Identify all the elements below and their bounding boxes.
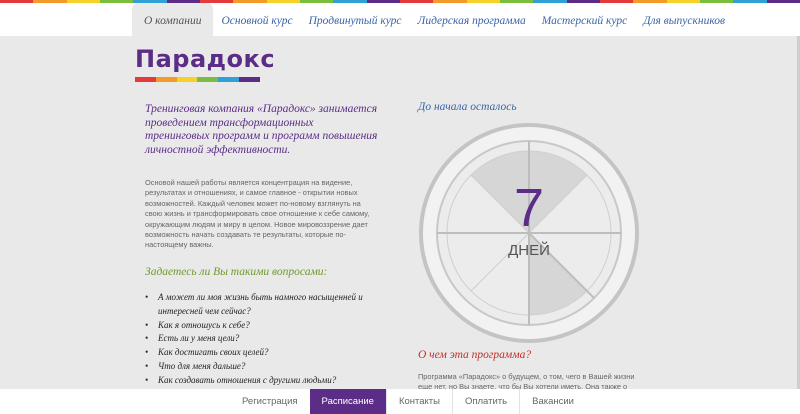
about-program-heading: О чем эта программа?: [418, 349, 532, 361]
intro-heading: Тренинговая компания «Парадокс» занимает…: [145, 103, 378, 156]
countdown-title: До начала осталось: [418, 101, 517, 113]
countdown-days-label: ДНЕЙ: [508, 242, 550, 259]
list-item: Как я отношусь к себе?: [145, 319, 377, 333]
countdown-days-number: 7: [513, 178, 545, 238]
bottom-nav-registration[interactable]: Регистрация: [230, 389, 310, 414]
nav-item-advanced-course[interactable]: Продвинутый курс: [301, 3, 410, 36]
questions-list: А может ли моя жизнь быть намного насыще…: [145, 291, 377, 388]
bottom-nav-schedule[interactable]: Расписание: [309, 389, 386, 414]
nav-item-alumni[interactable]: Для выпускников: [635, 3, 733, 36]
logo-text: Парадокс: [135, 45, 276, 73]
bottom-navigation: Регистрация Расписание Контакты Оплатить…: [0, 389, 800, 414]
questions-heading: Задаетесь ли Вы такими вопросами:: [145, 266, 328, 278]
intro-body-text: Основой нашей работы является концентрац…: [145, 178, 370, 250]
logo[interactable]: Парадокс: [135, 45, 275, 85]
nav-item-leadership-program[interactable]: Лидерская программа: [410, 3, 534, 36]
nav-item-about[interactable]: О компании: [132, 3, 214, 36]
logo-color-bar: [135, 77, 260, 82]
bottom-nav-contacts[interactable]: Контакты: [385, 389, 452, 414]
list-item: Есть ли у меня цели?: [145, 332, 377, 346]
list-item: А может ли моя жизнь быть намного насыще…: [145, 291, 377, 319]
bottom-nav-vacancies[interactable]: Вакансии: [519, 389, 586, 414]
countdown-dial: 7 ДНЕЙ: [419, 123, 639, 343]
nav-item-master-course[interactable]: Мастерский курс: [534, 3, 635, 36]
bottom-nav-pay[interactable]: Оплатить: [451, 389, 519, 414]
nav-item-basic-course[interactable]: Основной курс: [213, 3, 300, 36]
list-item: Как достигать своих целей?: [145, 346, 377, 360]
list-item: Что для меня дальше?: [145, 360, 377, 374]
list-item: Как создавать отношения с другими людьми…: [145, 374, 377, 388]
top-navigation: О компании Основной курс Продвинутый кур…: [0, 3, 800, 36]
